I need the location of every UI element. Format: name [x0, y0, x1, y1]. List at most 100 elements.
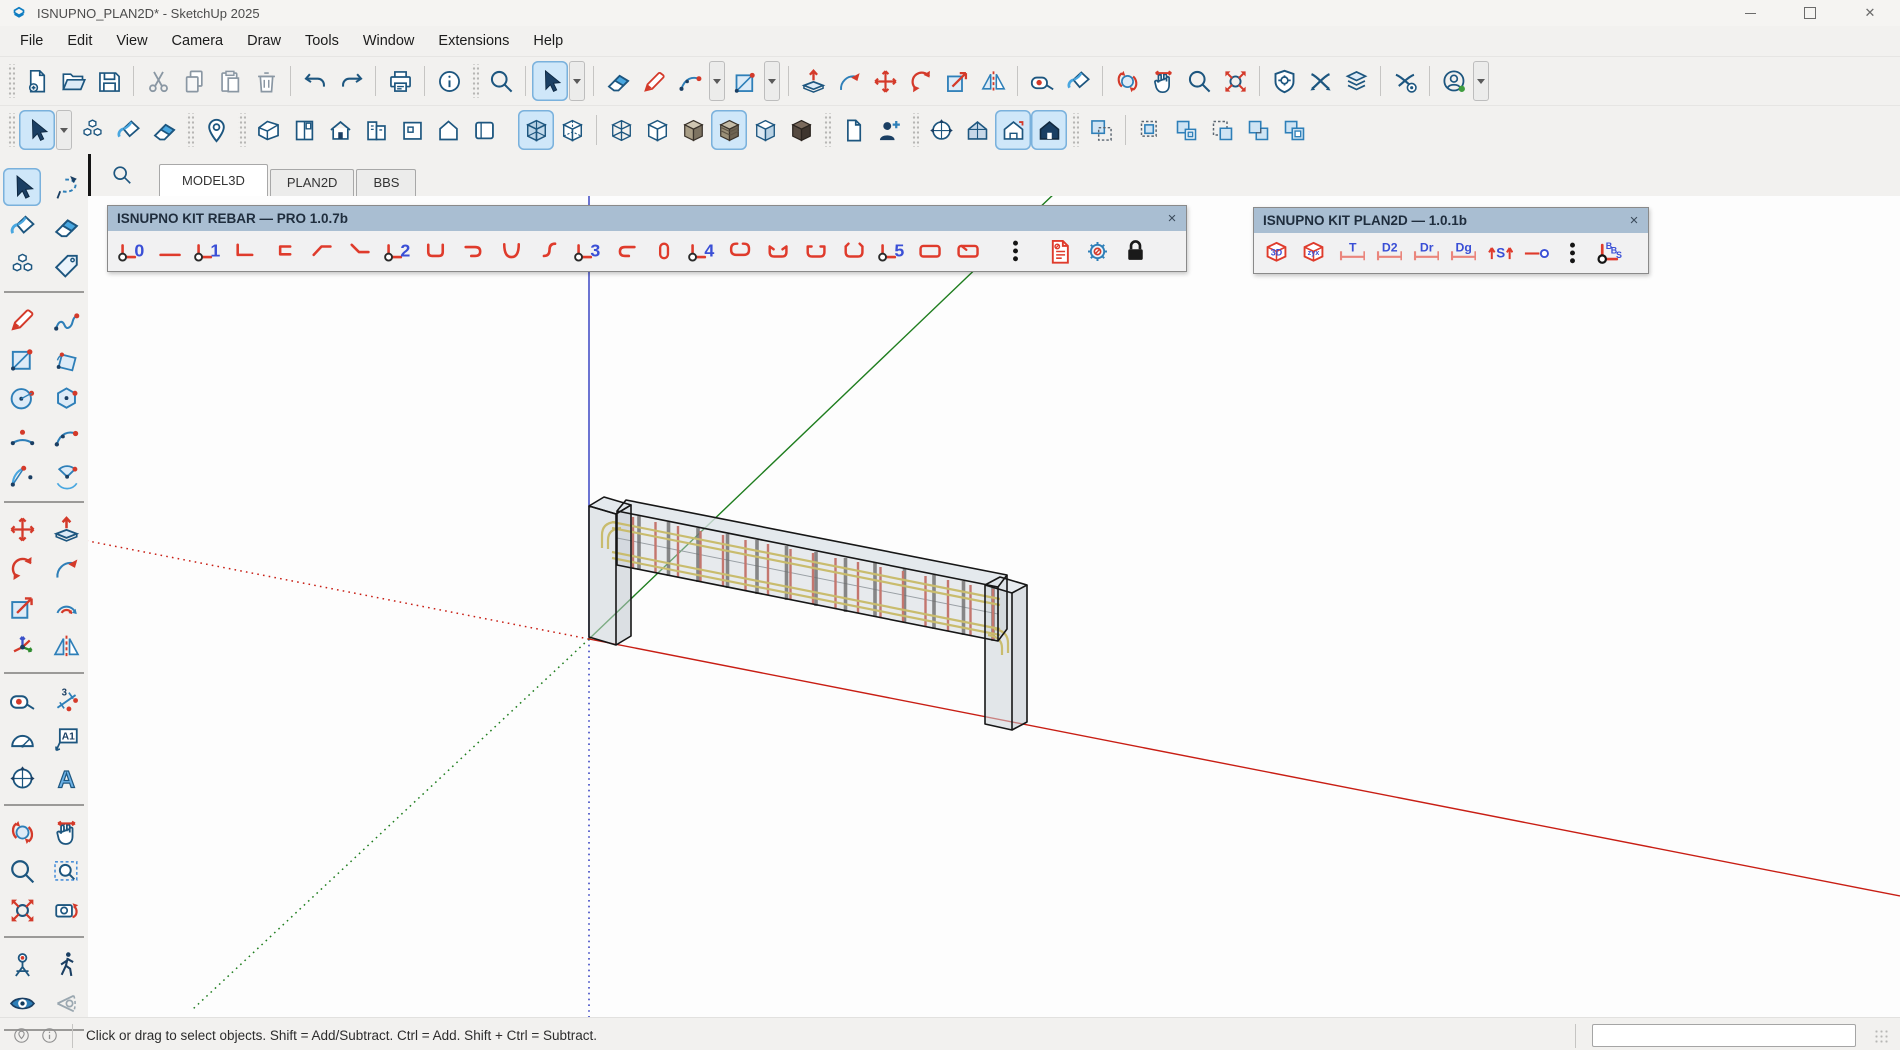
rebar-shape-bend-button[interactable]	[340, 233, 378, 269]
orbit-tool-button[interactable]	[1109, 61, 1145, 101]
rebar-shape-2-button[interactable]: 2	[378, 233, 416, 269]
toolbar-grip[interactable]	[238, 113, 246, 147]
account-button-dropdown[interactable]	[1473, 61, 1489, 101]
rotate-tool-button[interactable]	[903, 61, 939, 101]
rebar-license-lock-button[interactable]	[1116, 233, 1154, 269]
tab-bbs[interactable]: BBS	[356, 169, 416, 196]
model-info-button[interactable]	[431, 61, 467, 101]
palette-line-button[interactable]	[3, 300, 41, 338]
rebar-shape-stirrup-closed-button[interactable]	[910, 233, 948, 269]
tab-model3d[interactable]: MODEL3D	[159, 164, 268, 196]
selection-inner-button[interactable]	[1132, 110, 1168, 150]
beam-model[interactable]	[589, 497, 1027, 730]
select-tool-button-2[interactable]	[19, 110, 55, 150]
palette-flip-button[interactable]	[47, 627, 85, 665]
plan2d-menu-kebab[interactable]	[1554, 235, 1591, 271]
selection-corner-button[interactable]	[1168, 110, 1204, 150]
paint-bucket-button[interactable]	[1060, 61, 1096, 101]
palette-offset-button[interactable]	[47, 588, 85, 626]
reveal-house-button[interactable]	[995, 110, 1031, 150]
style-dark-button[interactable]	[783, 110, 819, 150]
shape-tool-button[interactable]	[727, 61, 763, 101]
layers-extension-button[interactable]	[1338, 61, 1374, 101]
palette-polygon-button[interactable]	[47, 378, 85, 416]
door-component-button[interactable]	[286, 110, 322, 150]
menu-tools[interactable]: Tools	[293, 33, 351, 49]
palette-zoom-previous-button[interactable]	[47, 891, 85, 929]
style-xray-button[interactable]	[518, 110, 554, 150]
palette-select-button[interactable]	[3, 168, 41, 206]
rebar-kit-panel-header[interactable]: ISNUPNO KIT REBAR — PRO 1.0.7b ×	[108, 206, 1186, 231]
select-tool-button[interactable]	[532, 61, 568, 101]
palette-walk-button[interactable]	[47, 945, 85, 983]
palette-arc-button[interactable]	[3, 417, 41, 455]
palette-zoom-window-button[interactable]	[47, 852, 85, 890]
components-button[interactable]	[74, 110, 110, 150]
menu-view[interactable]: View	[104, 33, 159, 49]
rebar-shape-straight-button[interactable]	[150, 233, 188, 269]
minimize-button[interactable]	[1720, 0, 1780, 26]
toolbar-grip[interactable]	[7, 64, 15, 98]
palette-move-button[interactable]	[3, 510, 41, 548]
palette-scale-button[interactable]	[3, 588, 41, 626]
geolocation-status-icon[interactable]	[12, 1026, 31, 1045]
trimble-connect-button[interactable]	[1266, 61, 1302, 101]
palette-text-button[interactable]	[47, 720, 85, 758]
palette-lasso-button[interactable]	[47, 168, 85, 206]
search-scenes-icon[interactable]	[111, 164, 133, 186]
extension-warehouse-button[interactable]	[1387, 61, 1423, 101]
pan-tool-button[interactable]	[1145, 61, 1181, 101]
palette-fov-button[interactable]	[47, 984, 85, 1022]
search-button[interactable]	[483, 61, 519, 101]
redo-button[interactable]	[333, 61, 369, 101]
palette-components-button[interactable]	[3, 246, 41, 284]
palette-tag-button[interactable]	[47, 246, 85, 284]
roof-component-button[interactable]	[430, 110, 466, 150]
plan2d-bbs-button[interactable]: BBS	[1591, 235, 1628, 271]
palette-rectangle-button[interactable]	[3, 339, 41, 377]
palette-tape-button[interactable]	[3, 681, 41, 719]
warehouse-house-button[interactable]	[250, 110, 286, 150]
measurements-input[interactable]	[1592, 1024, 1856, 1047]
toolbar-grip[interactable]	[186, 113, 194, 147]
rebar-shape-stirrup-hook-button[interactable]	[948, 233, 986, 269]
menu-camera[interactable]: Camera	[160, 33, 236, 49]
palette-pushpull-button[interactable]	[47, 510, 85, 548]
new-page-button[interactable]	[835, 110, 871, 150]
plan2d-dim-dr-button[interactable]: Dr	[1406, 235, 1443, 271]
palette-look-around-button[interactable]	[3, 984, 41, 1022]
arc-tool-button[interactable]	[672, 61, 708, 101]
shape-tool-button-dropdown[interactable]	[764, 61, 780, 101]
palette-eraser-button[interactable]	[47, 207, 85, 245]
style-shaded-textures-button[interactable]	[711, 110, 747, 150]
rebar-shape-hook-rev-button[interactable]	[606, 233, 644, 269]
plan2d-dim-s-button[interactable]: S	[1480, 235, 1517, 271]
toolbar-grip[interactable]	[911, 113, 919, 147]
line-tool-button[interactable]	[636, 61, 672, 101]
style-hidden-line-button[interactable]	[639, 110, 675, 150]
open-button[interactable]	[55, 61, 91, 101]
plan2d-dim-dg-button[interactable]: Dg	[1443, 235, 1480, 271]
menu-window[interactable]: Window	[351, 33, 427, 49]
rebar-shape-v-button[interactable]	[492, 233, 530, 269]
geolocation-button[interactable]	[198, 110, 234, 150]
tape-measure-button[interactable]	[1024, 61, 1060, 101]
select-tool-button-dropdown[interactable]	[569, 61, 585, 101]
menu-file[interactable]: File	[8, 33, 55, 49]
viewport-canvas[interactable]: ISNUPNO KIT REBAR — PRO 1.0.7b × 012345 …	[88, 196, 1900, 1017]
eraser-tool-button[interactable]	[600, 61, 636, 101]
rebar-shape-u-hook45-button[interactable]	[758, 233, 796, 269]
account-button[interactable]	[1436, 61, 1472, 101]
rebar-shape-stirrup-open-button[interactable]	[720, 233, 758, 269]
rebar-report-button[interactable]	[1040, 233, 1078, 269]
zoom-tool-button[interactable]	[1181, 61, 1217, 101]
palette-paint-button[interactable]	[3, 207, 41, 245]
resize-grip[interactable]	[1874, 1029, 1888, 1043]
building-component-button[interactable]	[358, 110, 394, 150]
rebar-shape-u-hook135-button[interactable]	[834, 233, 872, 269]
frame-component-button[interactable]	[466, 110, 502, 150]
palette-pan-button[interactable]	[47, 813, 85, 851]
paint-bucket-button-2[interactable]	[110, 110, 146, 150]
palette-pie-button[interactable]	[47, 456, 85, 494]
palette-protractor-button[interactable]	[3, 720, 41, 758]
